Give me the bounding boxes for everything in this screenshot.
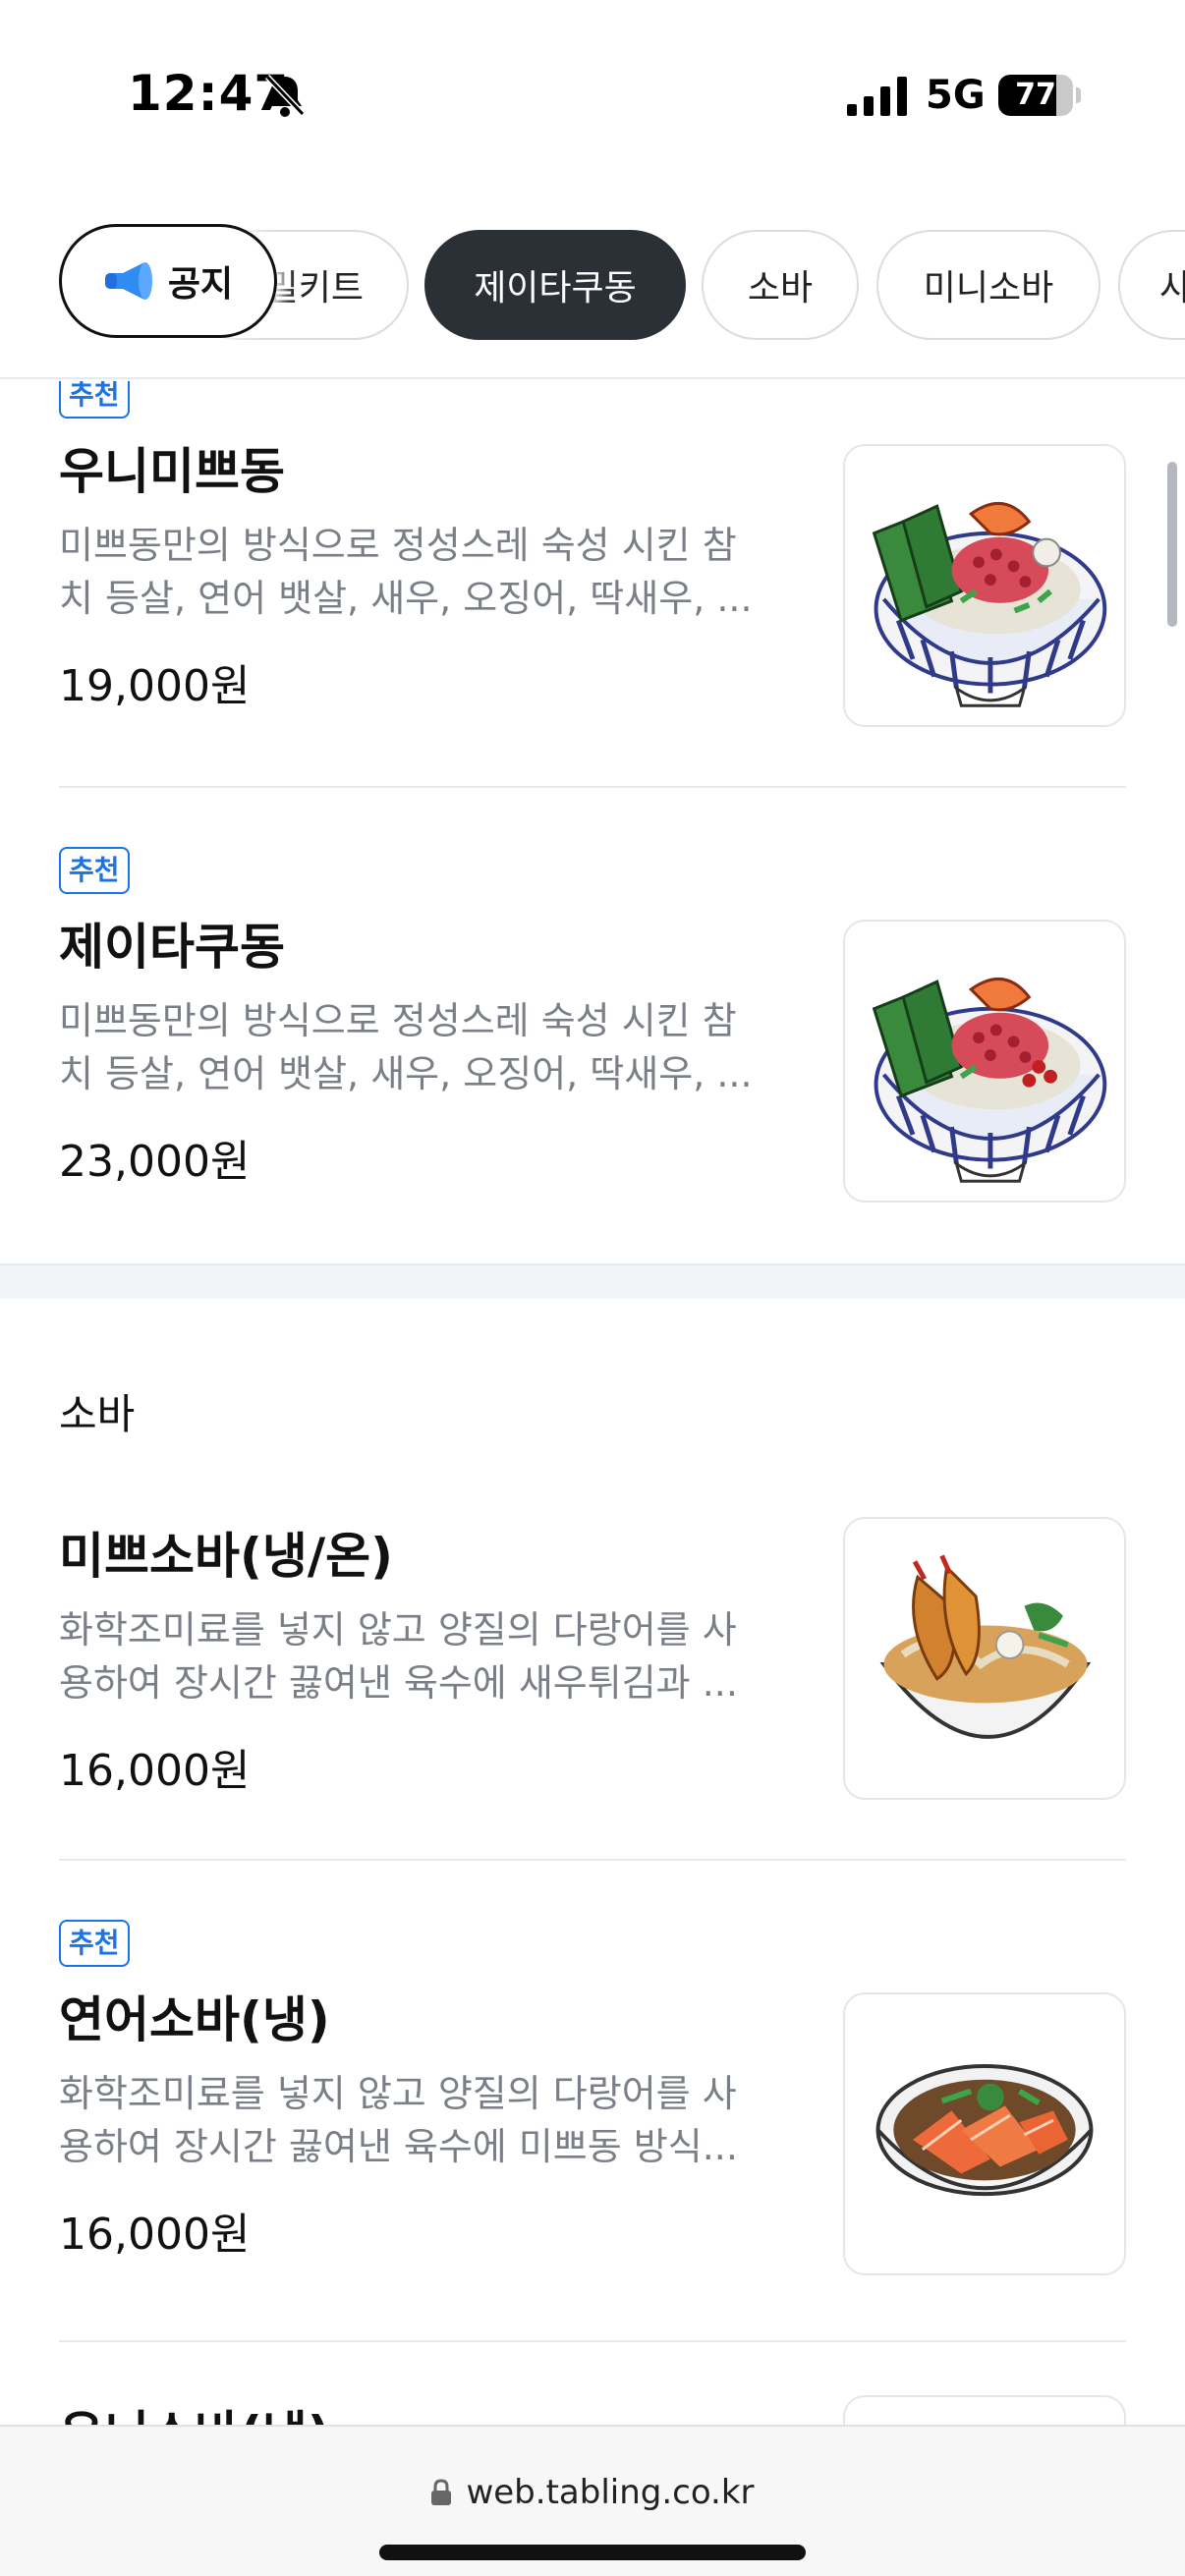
menu-item-name: 미쁘소바(냉/온) xyxy=(59,1528,393,1585)
notice-button[interactable]: 공지 xyxy=(59,224,277,338)
menu-item-name: 우니미쁘동 xyxy=(59,443,285,500)
menu-item-description: 미쁘동만의 방식으로 정성스레 숙성 시킨 참 치 등살, 연어 뱃살, 새우,… xyxy=(59,524,753,620)
tab-soba[interactable]: 소바 xyxy=(702,230,859,340)
lock-icon xyxy=(431,2479,452,2505)
bell-off-icon xyxy=(264,74,306,117)
recommended-badge: 추천 xyxy=(59,381,130,419)
category-tab-bar: 밀키트 제이타쿠동 소바 미니소바 샤 공지 xyxy=(0,218,1185,379)
browser-bottom-bar: web.tabling.co.kr xyxy=(0,2425,1185,2576)
menu-item-price: 16,000원 xyxy=(59,2210,251,2260)
divider xyxy=(59,786,1126,788)
status-bar: 12:47 5G 77 xyxy=(0,0,1185,187)
donburi-bowl-image xyxy=(843,920,1126,1203)
menu-item-description: 미쁘동만의 방식으로 정성스레 숙성 시킨 참 치 등살, 연어 뱃살, 새우,… xyxy=(59,999,753,1095)
tab-mini-soba[interactable]: 미니소바 xyxy=(876,230,1100,340)
menu-item-description: 화학조미료를 넣지 않고 양질의 다랑어를 사 용하여 장시간 끓여낸 육수에 … xyxy=(59,2072,738,2168)
network-type: 5G xyxy=(926,73,986,118)
donburi-bowl-image xyxy=(843,444,1126,727)
divider xyxy=(59,2340,1126,2342)
menu-item-price: 23,000원 xyxy=(59,1137,251,1187)
url-text: web.tabling.co.kr xyxy=(466,2473,755,2512)
menu-item-salmon-soba[interactable]: 추천 연어소바(냉) 화학조미료를 넣지 않고 양질의 다랑어를 사 용하여 장… xyxy=(59,1920,1126,2275)
home-indicator[interactable] xyxy=(379,2545,806,2560)
menu-item-jeitakudong[interactable]: 추천 제이타쿠동 미쁘동만의 방식으로 정성스레 숙성 시킨 참 치 등살, 연… xyxy=(59,847,1126,1203)
menu-item-name: 우니소바(냉) xyxy=(59,2395,330,2425)
tab-jeitakudong[interactable]: 제이타쿠동 xyxy=(424,230,686,340)
address-bar[interactable]: web.tabling.co.kr xyxy=(0,2466,1185,2519)
signal-icon xyxy=(847,77,907,116)
battery-icon: 77 xyxy=(998,75,1081,116)
recommended-badge: 추천 xyxy=(59,847,130,894)
menu-item-price: 19,000원 xyxy=(59,661,251,711)
menu-item-name: 연어소바(냉) xyxy=(59,1991,330,2048)
divider xyxy=(59,1859,1126,1861)
menu-item-price: 16,000원 xyxy=(59,1746,251,1796)
scroll-indicator[interactable] xyxy=(1167,462,1177,627)
menu-item-name: 제이타쿠동 xyxy=(59,919,285,976)
menu-item-uni-soba[interactable]: 우니소바(냉) xyxy=(59,2395,1126,2425)
soba-tempura-image xyxy=(843,1517,1126,1800)
tab-next[interactable]: 샤 xyxy=(1118,230,1185,340)
soba-salmon-image xyxy=(843,1992,1126,2275)
menu-list: 추천 우니미쁘동 미쁘동만의 방식으로 정성스레 숙성 시킨 참 치 등살, 연… xyxy=(0,381,1185,2425)
recommended-badge: 추천 xyxy=(59,1920,130,1967)
section-separator xyxy=(0,1263,1185,1299)
menu-item-description: 화학조미료를 넣지 않고 양질의 다랑어를 사 용하여 장시간 끓여낸 육수에 … xyxy=(59,1608,738,1705)
notice-label: 공지 xyxy=(167,264,234,305)
section-title-soba: 소바 xyxy=(59,1390,136,1438)
battery-percent: 77 xyxy=(1015,78,1056,112)
menu-item-mippeu-soba[interactable]: 미쁘소바(냉/온) 화학조미료를 넣지 않고 양질의 다랑어를 사 용하여 장시… xyxy=(59,1517,1126,1812)
soba-image xyxy=(843,2395,1126,2425)
megaphone-icon xyxy=(104,262,152,300)
